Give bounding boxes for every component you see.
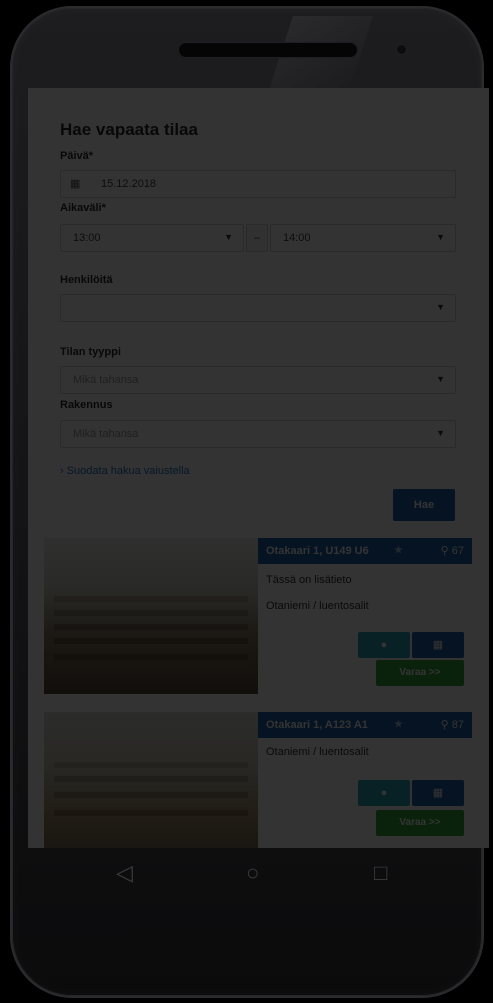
- persons-label: Henkilöitä: [60, 274, 113, 286]
- room-name: Otakaari 1, A123 A1: [266, 719, 368, 731]
- chevron-down-icon: ▼: [436, 428, 445, 438]
- earpiece-speaker: [178, 42, 358, 58]
- capacity: ⚲ 87: [441, 712, 464, 738]
- book-button[interactable]: Varaa >>: [376, 810, 464, 836]
- result-header[interactable]: Otakaari 1, A123 A1 ★ ⚲ 87: [258, 712, 472, 738]
- front-camera: [396, 44, 407, 55]
- date-value: 15.12.2018: [101, 178, 157, 190]
- calendar-icon: ▦: [432, 787, 444, 799]
- chevron-down-icon: ▼: [436, 302, 445, 312]
- result-card[interactable]: Otakaari 1, A123 A1 ★ ⚲ 87 Otaniemi / lu…: [44, 712, 472, 848]
- capacity-value: 87: [451, 719, 464, 731]
- calendar-icon: ▦: [70, 178, 81, 190]
- persons-select[interactable]: ▼: [60, 294, 456, 322]
- system-nav-bar: ◁ ○ □: [28, 848, 489, 904]
- search-button[interactable]: Hae: [393, 489, 455, 521]
- result-card[interactable]: Otakaari 1, U149 U6 ★ ⚲ 67 Tässä on lisä…: [44, 538, 472, 694]
- back-icon[interactable]: ◁: [116, 862, 133, 884]
- calendar-icon: ▦: [432, 639, 444, 651]
- person-icon: ⚲: [440, 719, 449, 731]
- building-value: Mikä tahansa: [73, 428, 139, 440]
- room-category: Otaniemi / luentosalit: [266, 600, 369, 612]
- time-start-value: 13:00: [73, 232, 101, 244]
- home-icon[interactable]: ○: [246, 862, 259, 884]
- device-stage: Hae vapaata tilaa Päivä* ▦ 15.12.2018 Ai…: [0, 0, 493, 1003]
- calendar-button[interactable]: ▦: [412, 632, 464, 658]
- room-name: Otakaari 1, U149 U6: [266, 545, 369, 557]
- time-end-value: 14:00: [283, 232, 311, 244]
- app-screen: Hae vapaata tilaa Päivä* ▦ 15.12.2018 Ai…: [28, 88, 489, 848]
- time-start-select[interactable]: 13:00 ▼: [60, 224, 244, 252]
- room-type-label: Tilan tyyppi: [60, 346, 121, 358]
- room-photo: [44, 712, 258, 848]
- date-label: Päivä*: [60, 150, 94, 162]
- recents-icon[interactable]: □: [374, 862, 387, 884]
- person-icon: ⚲: [440, 545, 449, 557]
- room-type-value: Mikä tahansa: [73, 374, 139, 386]
- info-button[interactable]: ●: [358, 632, 410, 658]
- star-icon[interactable]: ★: [394, 538, 403, 564]
- info-icon: ●: [380, 787, 388, 799]
- date-field[interactable]: ▦ 15.12.2018: [60, 170, 456, 198]
- room-info: Tässä on lisätieto: [266, 574, 352, 586]
- page-title: Hae vapaata tilaa: [60, 120, 198, 139]
- room-type-select[interactable]: Mikä tahansa ▼: [60, 366, 456, 394]
- chevron-down-icon: ▼: [224, 232, 233, 242]
- room-photo: [44, 538, 258, 694]
- capacity-value: 67: [451, 545, 464, 557]
- time-label: Aikaväli*: [60, 202, 106, 214]
- advanced-filter-link[interactable]: › Suodata hakua vaiustella: [60, 465, 190, 477]
- book-button[interactable]: Varaa >>: [376, 660, 464, 686]
- building-label: Rakennus: [60, 399, 113, 411]
- capacity: ⚲ 67: [441, 538, 464, 564]
- chevron-down-icon: ▼: [436, 374, 445, 384]
- time-end-select[interactable]: 14:00 ▼: [270, 224, 456, 252]
- info-icon: ●: [380, 639, 388, 651]
- building-select[interactable]: Mikä tahansa ▼: [60, 420, 456, 448]
- star-icon[interactable]: ★: [394, 712, 403, 738]
- result-header[interactable]: Otakaari 1, U149 U6 ★ ⚲ 67: [258, 538, 472, 564]
- calendar-button[interactable]: ▦: [412, 780, 464, 806]
- chevron-down-icon: ▼: [436, 232, 445, 242]
- time-range-separator: –: [246, 224, 268, 252]
- info-button[interactable]: ●: [358, 780, 410, 806]
- room-category: Otaniemi / luentosalit: [266, 746, 369, 758]
